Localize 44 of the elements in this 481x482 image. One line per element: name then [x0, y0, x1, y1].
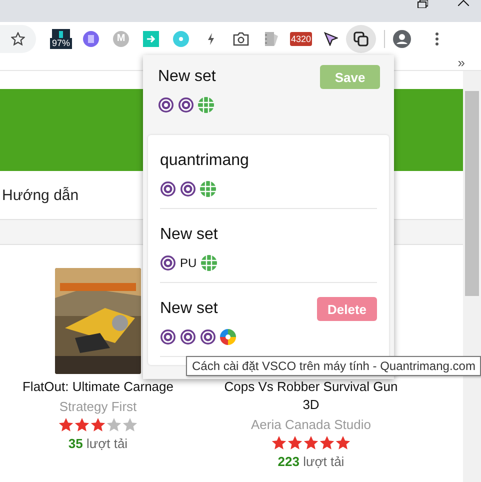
set-name[interactable]: New set	[160, 300, 218, 318]
nav-link[interactable]: Hướng dẫn	[0, 186, 79, 204]
menu-icon[interactable]	[435, 32, 439, 46]
star-icon[interactable]	[11, 32, 25, 46]
star-icon	[287, 435, 303, 451]
tooltip: Cách cài đặt VSCO trên máy tính - Quantrimang.com	[186, 356, 481, 376]
game-publisher: Aeria Canada Studio	[251, 417, 371, 432]
star-icon	[74, 417, 90, 433]
star-icon	[319, 435, 335, 451]
close-icon[interactable]	[458, 0, 469, 6]
game-title[interactable]: Cops Vs Robber Survival Gun 3D	[221, 378, 401, 414]
star-icon	[303, 435, 319, 451]
at-icon	[158, 97, 174, 113]
star-icon	[271, 435, 287, 451]
globe-icon	[200, 181, 216, 197]
at-icon	[180, 181, 196, 197]
icon-label: PU	[180, 256, 197, 270]
at-icon	[160, 181, 176, 197]
at-icon	[160, 329, 176, 345]
battery-extension[interactable]: 97%	[46, 24, 76, 52]
globe-icon	[200, 255, 217, 271]
pinwheel-icon	[220, 329, 236, 345]
restore-icon[interactable]	[417, 0, 428, 8]
star-icon	[106, 417, 122, 433]
at-icon	[178, 97, 194, 113]
set-name[interactable]: quantrimang	[160, 152, 249, 170]
download-count: 35 lượt tải	[68, 436, 128, 451]
at-icon	[180, 329, 196, 345]
star-icon	[122, 417, 138, 433]
profile-icon[interactable]	[393, 30, 411, 48]
at-icon	[200, 329, 216, 345]
battery-icon	[52, 28, 70, 38]
at-icon	[160, 255, 176, 271]
star-icon	[335, 435, 351, 451]
star-icon	[58, 417, 74, 433]
copy-icon[interactable]	[346, 24, 376, 52]
download-count: 223 lượt tải	[278, 454, 344, 469]
set-name[interactable]: New set	[160, 226, 218, 244]
set-name: New set	[158, 68, 216, 86]
game-publisher: Strategy First	[59, 399, 137, 414]
game-title[interactable]: FlatOut: Ultimate Carnage	[3, 378, 193, 396]
globe-icon	[198, 97, 214, 113]
bookmarks-overflow[interactable]: »	[458, 55, 465, 70]
star-icon	[90, 417, 106, 433]
